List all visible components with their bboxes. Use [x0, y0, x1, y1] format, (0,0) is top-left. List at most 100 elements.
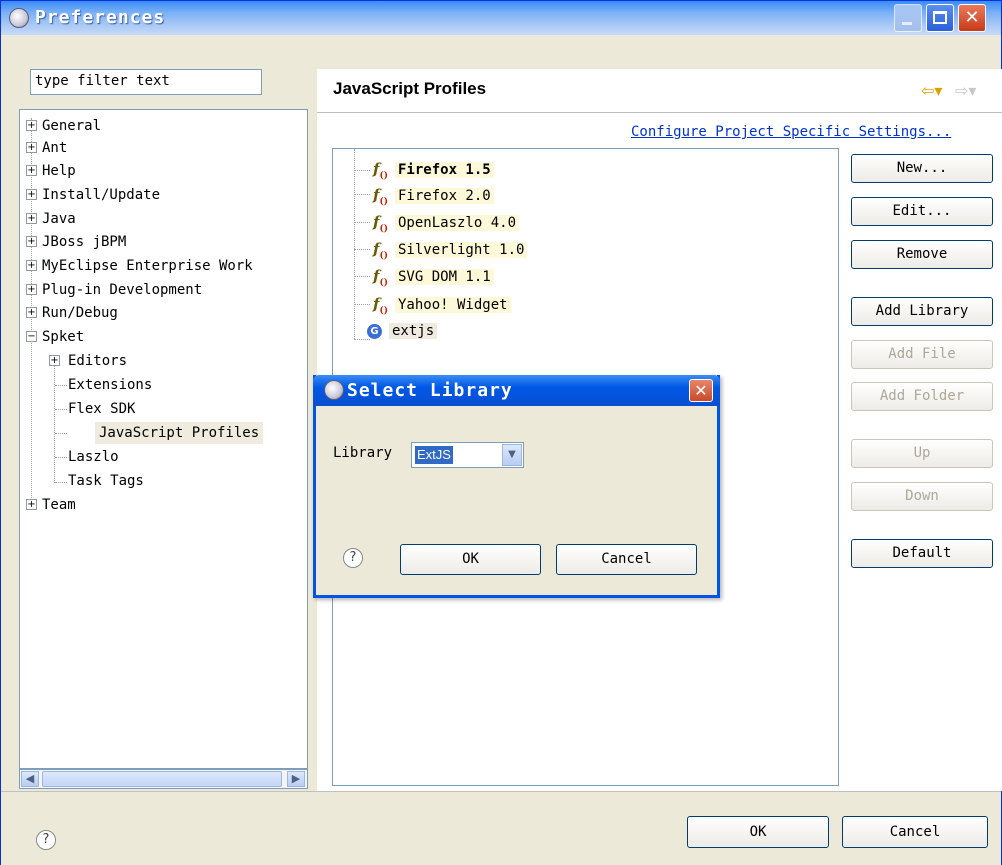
expand-icon[interactable]: +: [26, 189, 37, 200]
profile-item-extjs[interactable]: Gextjs: [367, 320, 438, 342]
function-icon: f(): [373, 267, 388, 288]
profile-label: SVG DOM 1.1: [395, 269, 494, 285]
expand-icon[interactable]: +: [26, 236, 37, 247]
tree-item-myeclipse[interactable]: + MyEclipse Enterprise Work: [24, 255, 253, 277]
tree-connector-line: [55, 409, 67, 410]
default-button[interactable]: Default: [851, 539, 993, 568]
profile-item-openlaszlo[interactable]: f() OpenLaszlo 4.0: [373, 211, 520, 234]
tree-item-extensions[interactable]: Extensions: [68, 374, 152, 396]
profile-label: OpenLaszlo 4.0: [395, 215, 520, 231]
tree-item-label: JBoss jBPM: [42, 234, 127, 250]
up-button[interactable]: Up: [851, 439, 993, 468]
tree-item-label: Help: [42, 163, 76, 179]
add-file-button[interactable]: Add File: [851, 340, 993, 369]
help-icon[interactable]: ?: [36, 830, 56, 850]
expand-icon[interactable]: +: [26, 213, 37, 224]
configure-project-settings-link[interactable]: Configure Project Specific Settings...: [631, 124, 951, 140]
expand-icon[interactable]: +: [26, 142, 37, 153]
tree-item-label: Java: [42, 211, 76, 227]
add-folder-button[interactable]: Add Folder: [851, 382, 993, 411]
profile-label: extjs: [389, 323, 438, 339]
filter-input[interactable]: type filter text: [30, 69, 262, 95]
scroll-left-button[interactable]: ◀: [21, 771, 39, 787]
expand-icon[interactable]: +: [26, 165, 37, 176]
profile-item-firefox-15[interactable]: f() Firefox 1.5: [373, 158, 494, 181]
tree-item-help[interactable]: + Help: [24, 160, 76, 182]
tree-item-label: Ant: [42, 140, 68, 156]
tree-item-plugin-development[interactable]: + Plug-in Development: [24, 279, 202, 301]
function-icon: f(): [373, 160, 388, 181]
tree-item-label: MyEclipse Enterprise Work: [42, 258, 253, 274]
tree-item-spket[interactable]: − Spket: [24, 326, 84, 348]
button-label: Default: [892, 545, 952, 561]
expand-icon[interactable]: +: [26, 284, 37, 295]
library-select-value: ExtJS: [415, 446, 453, 464]
tree-item-jboss-jbpm[interactable]: + JBoss jBPM: [24, 231, 126, 253]
function-icon: f(): [373, 240, 388, 261]
eclipse-app-icon: [324, 380, 344, 400]
chevron-right-icon: ▶: [291, 772, 301, 785]
expand-icon[interactable]: +: [26, 120, 37, 131]
tree-item-java[interactable]: + Java: [24, 208, 76, 230]
close-icon: ✕: [694, 381, 708, 400]
dialog-title-bar: Select Library ✕: [313, 375, 720, 406]
button-label: Add Library: [875, 303, 969, 319]
add-library-button[interactable]: Add Library: [851, 297, 993, 326]
preferences-tree[interactable]: + General + Ant + Help + Install/Update …: [19, 109, 308, 769]
expand-icon[interactable]: +: [26, 499, 37, 510]
tree-item-laszlo[interactable]: Laszlo: [68, 446, 119, 468]
tree-item-general[interactable]: + General: [24, 115, 101, 137]
eclipse-app-icon: [9, 8, 29, 28]
scroll-thumb[interactable]: [42, 771, 282, 787]
chevron-down-icon[interactable]: ▼: [502, 444, 522, 466]
tree-horizontal-scrollbar[interactable]: ◀ ▶: [19, 769, 308, 789]
tree-item-label: Install/Update: [42, 187, 161, 203]
maximize-button[interactable]: [926, 4, 954, 32]
tree-connector-line: [354, 149, 355, 339]
function-icon: f(): [373, 213, 388, 234]
profile-item-svg-dom[interactable]: f() SVG DOM 1.1: [373, 265, 494, 288]
minimize-button[interactable]: [894, 4, 922, 32]
ok-button[interactable]: OK: [687, 816, 829, 848]
forward-arrow-icon[interactable]: ⇨▾: [955, 81, 976, 100]
library-select[interactable]: ExtJS ▼: [411, 442, 524, 468]
chevron-left-icon: ◀: [25, 772, 35, 785]
library-icon: G: [367, 323, 382, 339]
dialog-ok-button[interactable]: OK: [400, 544, 541, 575]
tree-item-javascript-profiles[interactable]: JavaScript Profiles: [95, 422, 264, 444]
tree-item-label: Editors: [68, 353, 128, 369]
function-icon: f(): [373, 295, 388, 316]
tree-item-task-tags[interactable]: Task Tags: [68, 470, 144, 492]
help-icon[interactable]: ?: [343, 548, 363, 568]
tree-item-ant[interactable]: + Ant: [24, 137, 67, 159]
dialog-cancel-button[interactable]: Cancel: [556, 544, 697, 575]
remove-button[interactable]: Remove: [851, 240, 993, 269]
tree-item-install-update[interactable]: + Install/Update: [24, 184, 160, 206]
tree-item-label: Spket: [42, 329, 85, 345]
edit-button[interactable]: Edit...: [851, 197, 993, 226]
tree-connector-line: [354, 194, 370, 195]
down-button[interactable]: Down: [851, 482, 993, 511]
expand-icon[interactable]: +: [26, 260, 37, 271]
close-button[interactable]: ✕: [958, 4, 986, 32]
dialog-close-button[interactable]: ✕: [689, 379, 713, 402]
cancel-button[interactable]: Cancel: [842, 816, 988, 848]
tree-item-run-debug[interactable]: + Run/Debug: [24, 302, 118, 324]
collapse-icon[interactable]: −: [26, 331, 37, 342]
expand-icon[interactable]: +: [49, 355, 60, 366]
back-arrow-icon[interactable]: ⇦▾: [921, 81, 942, 100]
profile-item-silverlight[interactable]: f() Silverlight 1.0: [373, 238, 528, 261]
profile-item-firefox-20[interactable]: f() Firefox 2.0: [373, 184, 494, 207]
tree-item-flex-sdk[interactable]: Flex SDK: [68, 398, 135, 420]
tree-item-editors[interactable]: + Editors: [46, 350, 127, 372]
select-library-dialog: Select Library ✕ Library ExtJS ▼ ? OK Ca…: [313, 375, 720, 598]
tree-connector-line: [55, 385, 67, 386]
scroll-right-button[interactable]: ▶: [287, 771, 305, 787]
expand-icon[interactable]: +: [26, 307, 37, 318]
button-label: Cancel: [601, 551, 652, 567]
tree-connector-line: [55, 482, 67, 483]
tree-item-team[interactable]: + Team: [24, 494, 76, 516]
new-button[interactable]: New...: [851, 154, 993, 183]
minimize-icon: [902, 22, 912, 25]
profile-item-yahoo-widget[interactable]: f() Yahoo! Widget: [373, 293, 511, 316]
